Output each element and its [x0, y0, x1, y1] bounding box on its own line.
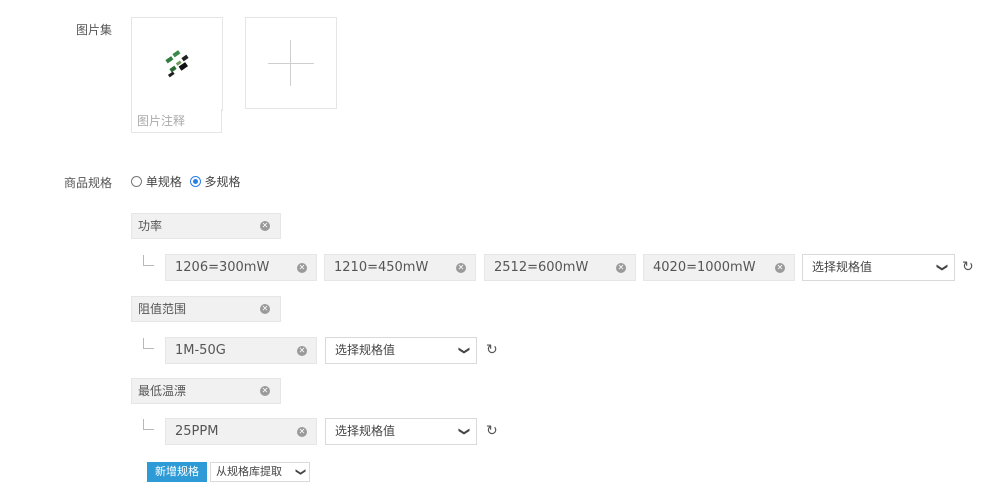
chevron-down-icon: ❯: [935, 262, 949, 273]
remove-icon[interactable]: ✕: [260, 221, 270, 231]
spec-value-tag[interactable]: 1M-50G ✕: [165, 337, 317, 364]
add-image-button[interactable]: [245, 17, 337, 109]
spec-value-select[interactable]: 选择规格值 ❯: [325, 418, 477, 445]
radio-unchecked-icon: [131, 176, 142, 187]
refresh-icon[interactable]: ↻: [486, 343, 498, 357]
spec-value-tag[interactable]: 1206=300mW ✕: [165, 254, 317, 281]
single-spec-radio[interactable]: 单规格: [131, 175, 186, 189]
refresh-icon[interactable]: ↻: [486, 424, 498, 438]
image-caption-input[interactable]: 图片注释: [131, 109, 222, 133]
multi-spec-radio[interactable]: 多规格: [189, 175, 241, 189]
spec-value-tag[interactable]: 1210=450mW ✕: [324, 254, 476, 281]
spec-group-name[interactable]: 最低温漂 ✕: [131, 378, 281, 404]
tree-connector: [143, 338, 154, 349]
add-spec-button[interactable]: 新增规格: [147, 462, 207, 482]
chevron-down-icon: ❯: [457, 345, 471, 356]
chevron-down-icon: ❯: [457, 426, 471, 437]
remove-icon[interactable]: ✕: [297, 426, 307, 437]
remove-icon[interactable]: ✕: [616, 262, 626, 273]
radio-checked-icon: [189, 176, 201, 187]
spec-value-tag[interactable]: 25PPM ✕: [165, 418, 317, 445]
tree-connector: [143, 419, 154, 430]
spec-group-name[interactable]: 阻值范围 ✕: [131, 296, 281, 322]
product-thumbnail-icon: [165, 50, 189, 78]
spec-mode-radio-group: 单规格 多规格: [131, 173, 241, 190]
remove-icon[interactable]: ✕: [297, 345, 307, 356]
product-image-thumbnail[interactable]: [131, 17, 223, 111]
spec-value-tag[interactable]: 2512=600mW ✕: [484, 254, 636, 281]
spec-label: 商品规格: [63, 176, 112, 190]
spec-value-tag[interactable]: 4020=1000mW ✕: [643, 254, 795, 281]
gallery-label: 图片集: [75, 23, 112, 37]
remove-icon[interactable]: ✕: [775, 262, 785, 273]
remove-icon[interactable]: ✕: [297, 262, 307, 273]
refresh-icon[interactable]: ↻: [962, 260, 974, 274]
tree-connector: [143, 255, 154, 266]
spec-value-select[interactable]: 选择规格值 ❯: [802, 254, 955, 281]
spec-library-select[interactable]: 从规格库提取 ❯: [210, 462, 310, 482]
spec-value-select[interactable]: 选择规格值 ❯: [325, 337, 477, 364]
remove-icon[interactable]: ✕: [260, 386, 270, 396]
remove-icon[interactable]: ✕: [260, 304, 270, 314]
chevron-down-icon: ❯: [294, 467, 306, 477]
remove-icon[interactable]: ✕: [456, 262, 466, 273]
spec-group-name[interactable]: 功率 ✕: [131, 213, 281, 239]
